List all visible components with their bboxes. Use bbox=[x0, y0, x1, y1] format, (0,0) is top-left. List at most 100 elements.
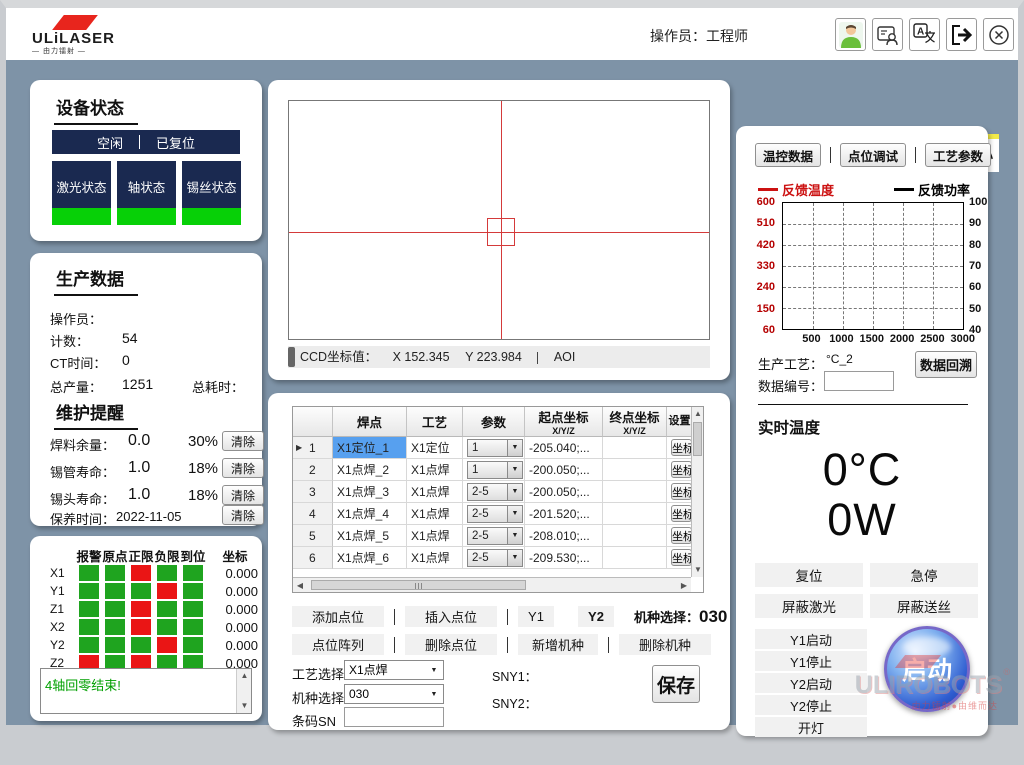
start-coord-cell[interactable]: -200.050;... bbox=[525, 459, 603, 481]
ccd-camera-view[interactable] bbox=[288, 100, 710, 340]
point-array-button[interactable]: 点位阵列 bbox=[292, 634, 384, 655]
table-hscrollbar[interactable]: ◀ ▶ bbox=[293, 577, 691, 592]
y2-start-button[interactable]: Y2启动 bbox=[755, 673, 867, 693]
clear-button[interactable]: 清除 bbox=[222, 458, 264, 478]
start-coord-cell[interactable]: -205.040;... bbox=[525, 437, 603, 459]
coord-button[interactable]: 坐标 bbox=[671, 461, 692, 478]
process-param-button[interactable]: 工艺参数 bbox=[925, 143, 991, 167]
estop-button[interactable]: 急停 bbox=[870, 563, 978, 587]
coord-button[interactable]: 坐标 bbox=[671, 483, 692, 500]
row-selector[interactable]: 4 bbox=[293, 503, 333, 525]
param-dropdown[interactable]: 2-5▼ bbox=[467, 549, 523, 567]
chevron-down-icon[interactable]: ▼ bbox=[507, 528, 522, 544]
param-dropdown[interactable]: 1▼ bbox=[467, 461, 523, 479]
axis-status-button[interactable]: 轴状态 bbox=[117, 161, 176, 225]
row-selector[interactable]: ▶1 bbox=[293, 437, 333, 459]
chevron-down-icon[interactable]: ▼ bbox=[507, 506, 522, 522]
add-model-button[interactable]: 新增机种 bbox=[518, 634, 598, 655]
clear-button[interactable]: 清除 bbox=[222, 485, 264, 505]
scroll-left-icon[interactable]: ◀ bbox=[293, 578, 307, 593]
coord-button[interactable]: 坐标 bbox=[671, 439, 692, 456]
user-manage-button[interactable] bbox=[872, 18, 903, 51]
chevron-down-icon[interactable]: ▼ bbox=[507, 440, 522, 456]
y1-button[interactable]: Y1 bbox=[518, 606, 554, 627]
process-cell[interactable]: X1点焊 bbox=[407, 547, 463, 569]
weld-name-cell[interactable]: X1点焊_2 bbox=[333, 459, 407, 481]
table-row[interactable]: 5X1点焊_5X1点焊2-5▼-208.010;... 坐标 bbox=[293, 525, 703, 547]
param-dropdown[interactable]: 2-5▼ bbox=[467, 483, 523, 501]
add-point-button[interactable]: 添加点位 bbox=[292, 606, 384, 627]
clear-button[interactable]: 清除 bbox=[222, 505, 264, 525]
chevron-down-icon[interactable]: ▼ bbox=[507, 484, 522, 500]
chevron-down-icon[interactable]: ▼ bbox=[507, 462, 522, 478]
chevron-down-icon[interactable]: ▼ bbox=[507, 550, 522, 566]
process-cell[interactable]: X1点焊 bbox=[407, 459, 463, 481]
reset-button[interactable]: 复位 bbox=[755, 563, 863, 587]
delete-point-button[interactable]: 删除点位 bbox=[405, 634, 497, 655]
laser-status-button[interactable]: 激光状态 bbox=[52, 161, 111, 225]
y1-stop-button[interactable]: Y1停止 bbox=[755, 651, 867, 671]
row-selector[interactable]: 3 bbox=[293, 481, 333, 503]
table-row[interactable]: 4X1点焊_4X1点焊2-5▼-201.520;... 坐标 bbox=[293, 503, 703, 525]
end-coord-cell[interactable] bbox=[603, 459, 667, 481]
coord-button[interactable]: 坐标 bbox=[671, 505, 692, 522]
point-debug-button[interactable]: 点位调试 bbox=[840, 143, 906, 167]
close-button[interactable] bbox=[983, 18, 1014, 51]
save-button[interactable]: 保存 bbox=[652, 665, 700, 703]
process-cell[interactable]: X1点焊 bbox=[407, 503, 463, 525]
delete-model-button[interactable]: 删除机种 bbox=[619, 634, 711, 655]
end-coord-cell[interactable] bbox=[603, 437, 667, 459]
clear-button[interactable]: 清除 bbox=[222, 431, 264, 451]
scroll-down-icon[interactable]: ▼ bbox=[692, 563, 704, 577]
table-vscrollbar[interactable]: ▲ ▼ bbox=[691, 407, 703, 577]
data-number-input[interactable] bbox=[824, 371, 894, 391]
start-coord-cell[interactable]: -201.520;... bbox=[525, 503, 603, 525]
row-selector[interactable]: 2 bbox=[293, 459, 333, 481]
data-backtrack-button[interactable]: 数据回溯 bbox=[915, 351, 977, 378]
table-row[interactable]: 3X1点焊_3X1点焊2-5▼-200.050;...坐标 bbox=[293, 481, 703, 503]
coord-button[interactable]: 坐标 bbox=[671, 527, 692, 544]
message-log-box[interactable]: 4轴回零结束! ▲ ▼ bbox=[40, 668, 252, 714]
scroll-up-icon[interactable]: ▲ bbox=[692, 407, 704, 421]
message-scrollbar[interactable]: ▲ ▼ bbox=[236, 669, 251, 713]
shield-wire-button[interactable]: 屏蔽送丝 bbox=[870, 594, 978, 618]
shield-laser-button[interactable]: 屏蔽激光 bbox=[755, 594, 863, 618]
start-coord-cell[interactable]: -208.010;... bbox=[525, 525, 603, 547]
process-cell[interactable]: X1点焊 bbox=[407, 525, 463, 547]
weld-name-cell[interactable]: X1点焊_6 bbox=[333, 547, 407, 569]
start-coord-cell[interactable]: -209.530;... bbox=[525, 547, 603, 569]
end-coord-cell[interactable] bbox=[603, 547, 667, 569]
row-selector[interactable]: 5 bbox=[293, 525, 333, 547]
wire-status-button[interactable]: 锡丝状态 bbox=[182, 161, 241, 225]
start-button[interactable]: 启动 bbox=[884, 626, 970, 712]
weld-name-cell[interactable]: X1点焊_5 bbox=[333, 525, 407, 547]
param-dropdown[interactable]: 2-5▼ bbox=[467, 505, 523, 523]
y2-button[interactable]: Y2 bbox=[578, 606, 614, 627]
end-coord-cell[interactable] bbox=[603, 503, 667, 525]
temp-data-button[interactable]: 温控数据 bbox=[755, 143, 821, 167]
scroll-right-icon[interactable]: ▶ bbox=[677, 578, 691, 593]
y1-start-button[interactable]: Y1启动 bbox=[755, 629, 867, 649]
start-coord-cell[interactable]: -200.050;... bbox=[525, 481, 603, 503]
language-button[interactable]: A bbox=[909, 18, 940, 51]
light-on-button[interactable]: 开灯 bbox=[755, 717, 867, 737]
param-dropdown[interactable]: 2-5▼ bbox=[467, 527, 523, 545]
row-selector[interactable]: 6 bbox=[293, 547, 333, 569]
logout-button[interactable] bbox=[946, 18, 977, 51]
hscroll-thumb[interactable] bbox=[311, 580, 526, 590]
scroll-up-icon[interactable]: ▲ bbox=[237, 669, 252, 683]
y2-stop-button[interactable]: Y2停止 bbox=[755, 695, 867, 715]
process-cell[interactable]: X1定位 bbox=[407, 437, 463, 459]
weld-name-cell[interactable]: X1点焊_3 bbox=[333, 481, 407, 503]
end-coord-cell[interactable] bbox=[603, 481, 667, 503]
param-dropdown[interactable]: 1▼ bbox=[467, 439, 523, 457]
weld-name-cell[interactable]: X1点焊_4 bbox=[333, 503, 407, 525]
avatar-button[interactable] bbox=[835, 18, 866, 51]
weld-name-cell[interactable]: X1定位_1 bbox=[333, 437, 407, 459]
process-select-dropdown[interactable]: X1点焊 ▼ bbox=[344, 660, 444, 680]
vscroll-thumb[interactable] bbox=[693, 422, 702, 456]
table-row[interactable]: ▶1X1定位_1X1定位1▼-205.040;... 坐标 bbox=[293, 437, 703, 459]
table-row[interactable]: 2X1点焊_2X1点焊1▼-200.050;... 坐标 bbox=[293, 459, 703, 481]
scroll-down-icon[interactable]: ▼ bbox=[237, 699, 252, 713]
table-row[interactable]: 6X1点焊_6X1点焊2-5▼-209.530;...坐标 bbox=[293, 547, 703, 569]
